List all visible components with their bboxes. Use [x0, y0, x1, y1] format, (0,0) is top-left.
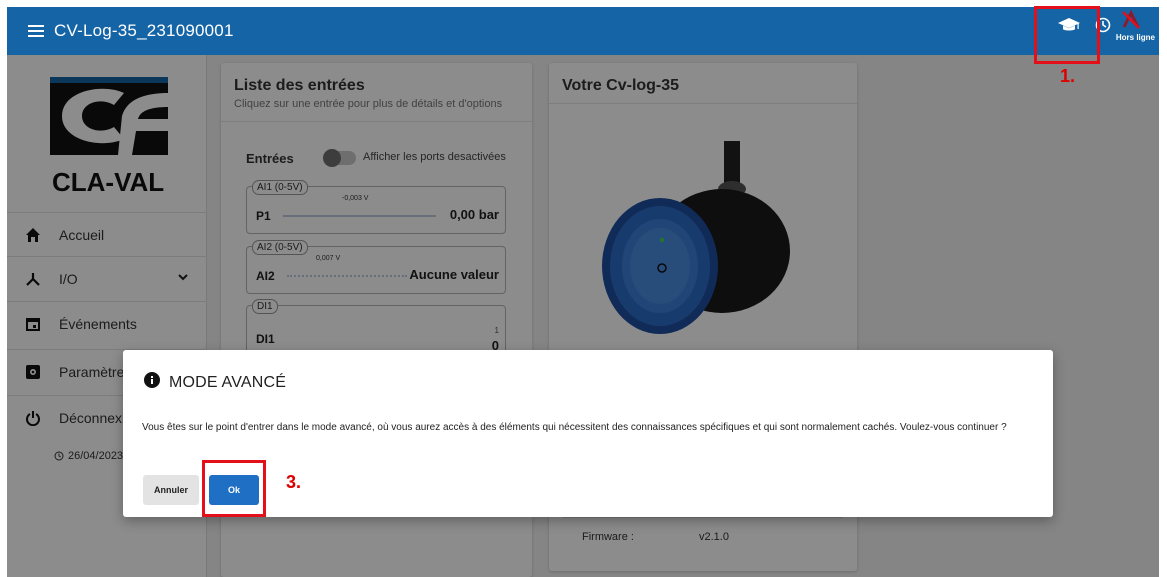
- annotation-label-step1: 1.: [1060, 66, 1076, 86]
- top-bar: CV-Log-35_231090001: [7, 7, 1159, 55]
- cancel-button[interactable]: Annuler: [143, 475, 199, 505]
- offline-icon[interactable]: [1120, 9, 1142, 31]
- annotation-box-step3: [202, 460, 266, 517]
- annotation-box-step1: [1034, 6, 1100, 64]
- dialog-title: MODE AVANCÉ: [169, 374, 287, 391]
- dialog-message: Vous êtes sur le point d'entrer dans le …: [142, 422, 1007, 433]
- device-title: CV-Log-35_231090001: [54, 21, 234, 40]
- info-icon: [144, 372, 160, 388]
- offline-label: Hors ligne: [1115, 33, 1155, 42]
- annotation-label-step3: 3.: [286, 472, 302, 492]
- menu-icon[interactable]: [28, 25, 44, 37]
